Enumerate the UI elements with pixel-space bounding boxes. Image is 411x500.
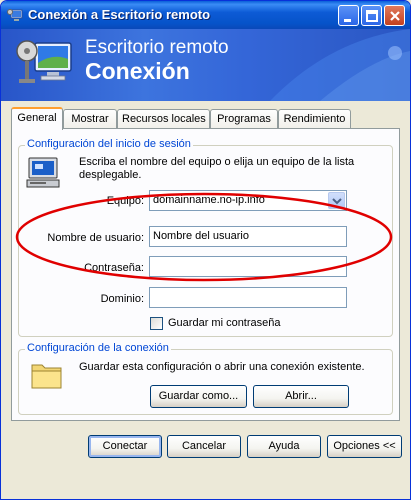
remote-desktop-window: Conexión a Escritorio remoto Escritorio … [0, 0, 411, 500]
password-label: Contraseña: [84, 262, 144, 274]
general-tab-panel: Configuración del inicio de sesión Escri… [11, 128, 400, 421]
tab-recursos-locales[interactable]: Recursos locales [117, 109, 210, 128]
help-button[interactable]: Ayuda [247, 435, 321, 458]
folder-icon [30, 360, 64, 395]
computer-value: domainname.no-ip.info [153, 194, 265, 206]
instruction-text-line2: desplegable. [79, 169, 142, 181]
instruction-text-line1: Escriba el nombre del equipo o elija un … [79, 156, 355, 168]
domain-input[interactable] [149, 287, 347, 308]
password-input[interactable] [149, 256, 347, 277]
connection-settings-group: Configuración de la conexión Guardar est… [18, 342, 393, 415]
header-banner: Escritorio remoto Conexión [1, 29, 410, 101]
tab-general[interactable]: General [11, 107, 63, 130]
connection-settings-title: Configuración de la conexión [25, 342, 171, 354]
username-input[interactable]: Nombre del usuario [149, 226, 347, 247]
save-password-checkbox[interactable] [150, 317, 163, 330]
banner-title-line1: Escritorio remoto [85, 37, 229, 58]
options-button[interactable]: Opciones << [327, 435, 402, 458]
tab-rendimiento[interactable]: Rendimiento [278, 109, 351, 128]
save-password-label[interactable]: Guardar mi contraseña [168, 317, 281, 329]
login-settings-group: Configuración del inicio de sesión Escri… [18, 138, 393, 337]
connect-button[interactable]: Conectar [88, 435, 162, 458]
remote-desktop-logo-icon [16, 40, 72, 83]
remote-desktop-icon [7, 7, 23, 23]
save-as-button[interactable]: Guardar como... [150, 385, 247, 408]
computer-combobox[interactable]: domainname.no-ip.info [149, 190, 347, 211]
tab-mostrar[interactable]: Mostrar [63, 109, 117, 128]
connection-description: Guardar esta configuración o abrir una c… [79, 361, 365, 373]
minimize-button[interactable] [338, 5, 359, 26]
maximize-button[interactable] [361, 5, 382, 26]
banner-title-line2: Conexión [85, 58, 190, 84]
title-bar[interactable]: Conexión a Escritorio remoto [1, 1, 410, 29]
username-value: Nombre del usuario [153, 230, 249, 242]
login-settings-title: Configuración del inicio de sesión [25, 138, 193, 150]
cancel-button[interactable]: Cancelar [167, 435, 241, 458]
close-button[interactable] [384, 5, 405, 26]
computer-label: Equipo: [106, 195, 144, 207]
chevron-down-icon[interactable] [328, 192, 345, 209]
tab-programas[interactable]: Programas [210, 109, 278, 128]
banner-decoration-icon [270, 29, 410, 101]
computer-icon [26, 156, 60, 193]
window-title: Conexión a Escritorio remoto [28, 7, 211, 22]
domain-label: Dominio: [100, 293, 144, 305]
username-label: Nombre de usuario: [47, 232, 144, 244]
open-button[interactable]: Abrir... [253, 385, 349, 408]
